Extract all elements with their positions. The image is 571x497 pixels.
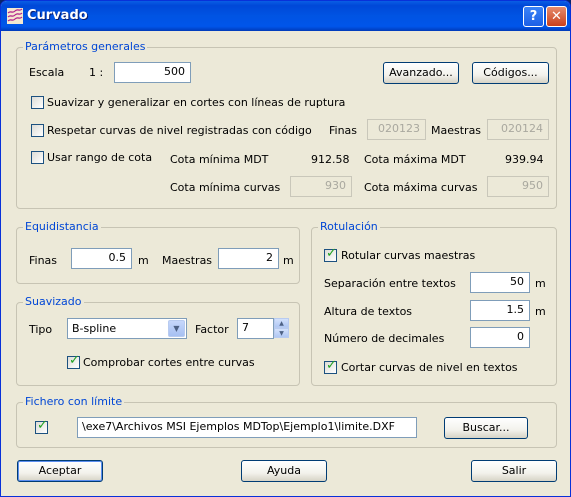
- cortar-label: Cortar curvas de nivel en textos: [341, 361, 518, 374]
- rango-cota-checkbox[interactable]: [31, 151, 44, 164]
- avanzado-button[interactable]: Avanzado...: [383, 62, 459, 84]
- group-legend: Rotulación: [318, 220, 380, 233]
- comprobar-label: Comprobar cortes entre curvas: [83, 356, 255, 369]
- close-title-button[interactable]: ✕: [546, 6, 567, 27]
- respetar-checkbox[interactable]: [31, 124, 44, 137]
- help-title-button[interactable]: ?: [523, 6, 544, 27]
- separacion-label: Separación entre textos: [324, 277, 456, 290]
- cota-min-curvas-input[interactable]: 930: [290, 176, 352, 197]
- aceptar-button[interactable]: Aceptar: [17, 460, 103, 482]
- maestras-label: Maestras: [162, 254, 213, 267]
- contour-app-icon: [7, 8, 23, 24]
- title-bar[interactable]: Curvado ? ✕: [1, 1, 570, 31]
- factor-spinner[interactable]: ▲ ▼: [274, 318, 289, 339]
- finas-label: Finas: [29, 254, 58, 267]
- curvado-dialog: Curvado ? ✕ Parámetros generales Escala …: [0, 0, 571, 497]
- checkmark-icon: ✓: [326, 358, 337, 373]
- comprobar-checkbox[interactable]: ✓: [67, 353, 80, 369]
- cota-max-mdt-label: Cota máxima MDT: [364, 153, 466, 166]
- rango-cota-label: Usar rango de cota: [47, 151, 153, 164]
- window-title: Curvado: [27, 8, 88, 23]
- escala-prefix: 1 :: [89, 66, 104, 79]
- suavizar-label: Suavizar y generalizar en cortes con lín…: [47, 96, 346, 109]
- maestras-code-label: Maestras: [431, 124, 482, 137]
- group-legend: Suavizado: [23, 295, 84, 308]
- spin-down-icon[interactable]: ▼: [274, 328, 289, 338]
- codigos-button[interactable]: Códigos...: [472, 62, 549, 84]
- factor-input[interactable]: 7: [237, 318, 274, 339]
- rotular-checkbox[interactable]: ✓: [324, 246, 337, 262]
- ayuda-button[interactable]: Ayuda: [241, 460, 327, 482]
- altura-unit: m: [535, 305, 546, 318]
- suavizar-checkbox[interactable]: [31, 96, 44, 109]
- finas-code-label: Finas: [329, 124, 358, 137]
- altura-input[interactable]: 1.5: [470, 300, 530, 321]
- maestras-input[interactable]: 2: [218, 248, 279, 269]
- cota-max-curvas-input[interactable]: 950: [487, 176, 549, 197]
- respetar-label: Respetar curvas de nivel registradas con…: [47, 124, 312, 137]
- cota-min-mdt-label: Cota mínima MDT: [170, 153, 269, 166]
- escala-label: Escala: [29, 66, 65, 79]
- finas-unit: m: [138, 254, 149, 267]
- tipo-select[interactable]: B-spline ▼: [67, 318, 187, 339]
- checkmark-icon: ✓: [37, 418, 48, 433]
- separacion-unit: m: [535, 277, 546, 290]
- group-legend: Fichero con límite: [23, 395, 125, 408]
- group-suavizado: Suavizado: [16, 295, 300, 386]
- tipo-label: Tipo: [29, 323, 53, 336]
- factor-label: Factor: [195, 323, 229, 336]
- chevron-down-icon[interactable]: ▼: [168, 320, 185, 337]
- rotular-label: Rotular curvas maestras: [341, 249, 476, 262]
- fichero-path-input[interactable]: \exe7\Archivos MSI Ejemplos MDTop\Ejempl…: [77, 417, 417, 438]
- finas-code-input[interactable]: 020123: [367, 119, 426, 140]
- maestras-unit: m: [283, 254, 294, 267]
- decimales-input[interactable]: 0: [470, 327, 530, 348]
- tipo-select-value: B-spline: [72, 322, 117, 335]
- cortar-checkbox[interactable]: ✓: [324, 358, 337, 374]
- checkmark-icon: ✓: [69, 353, 80, 368]
- cota-min-mdt-value: 912.58: [311, 153, 350, 166]
- finas-input[interactable]: 0.5: [71, 248, 132, 269]
- escala-input[interactable]: 500: [114, 62, 191, 83]
- group-legend: Equidistancia: [23, 220, 101, 233]
- salir-button[interactable]: Salir: [471, 460, 557, 482]
- spin-up-icon[interactable]: ▲: [274, 318, 289, 328]
- maestras-code-input[interactable]: 020124: [487, 119, 549, 140]
- altura-label: Altura de textos: [324, 305, 413, 318]
- group-legend: Parámetros generales: [23, 40, 148, 53]
- checkmark-icon: ✓: [326, 246, 337, 261]
- cota-min-curvas-label: Cota mínima curvas: [170, 181, 281, 194]
- decimales-label: Número de decimales: [324, 332, 445, 345]
- cota-max-mdt-value: 939.94: [505, 153, 544, 166]
- fichero-checkbox[interactable]: ✓: [35, 418, 48, 434]
- separacion-input[interactable]: 50: [470, 272, 530, 293]
- buscar-button[interactable]: Buscar...: [444, 417, 528, 439]
- cota-max-curvas-label: Cota máxima curvas: [364, 181, 478, 194]
